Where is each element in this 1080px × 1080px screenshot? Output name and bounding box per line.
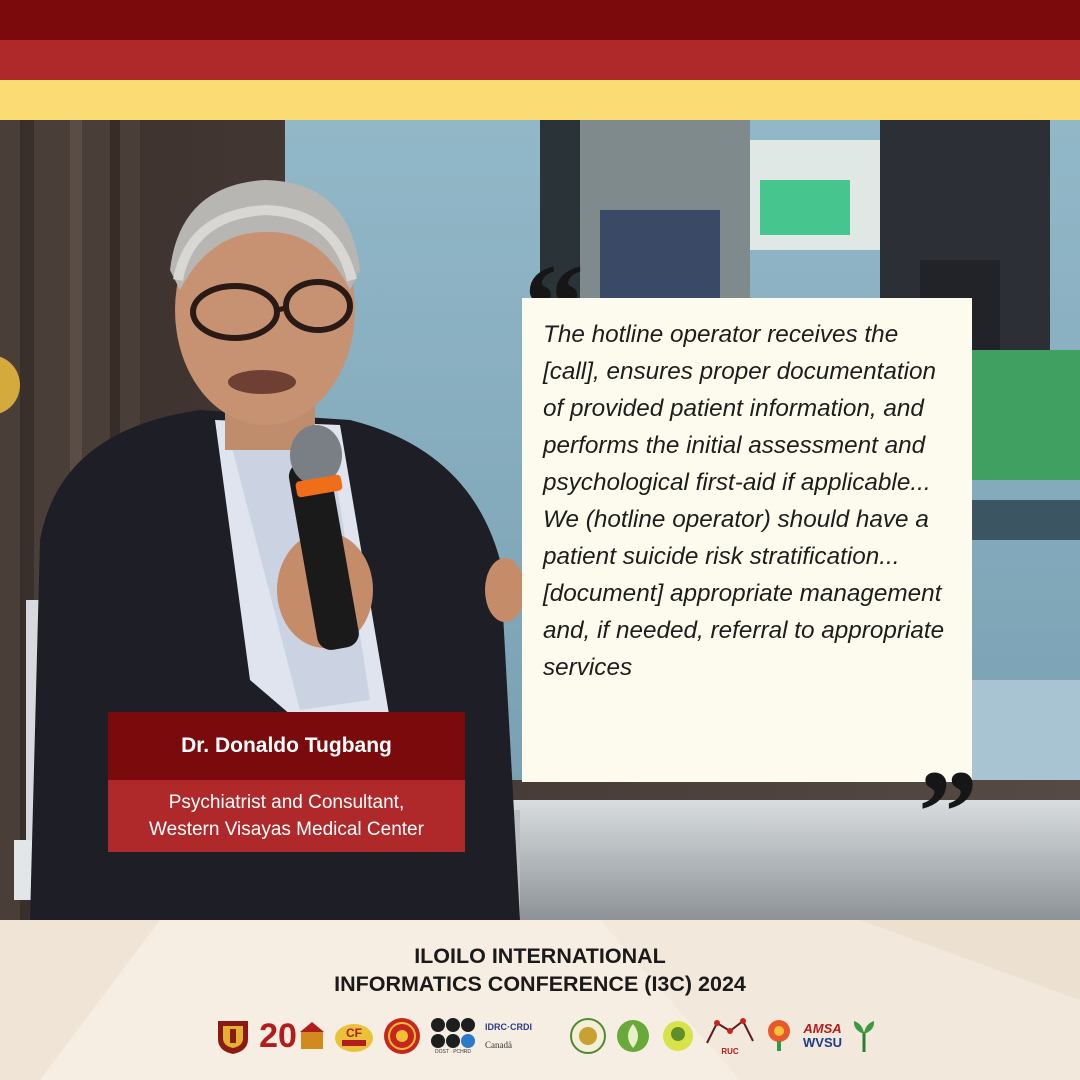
amsa-label: AMSA: [803, 1021, 842, 1036]
green-leaf-logo: [615, 1018, 651, 1054]
idrc-canada-logo: IDRC·CRDI Canadä: [485, 1020, 561, 1052]
close-quote-mark: ”: [918, 745, 978, 878]
cfe-logo: CF: [334, 1018, 374, 1054]
plant-logo: [851, 1018, 877, 1054]
speaker-name-box: Dr. Donaldo Tugbang: [108, 712, 465, 780]
wvsu-label: WVSU: [803, 1035, 842, 1050]
svg-text:CF: CF: [346, 1026, 362, 1040]
conference-title: ILOILO INTERNATIONAL INFORMATICS CONFERE…: [0, 942, 1080, 998]
top-stripe-yellow: [0, 80, 1080, 120]
sponsor-logos: 20 CF DOST · PCHRD IDRC·CRDI Canadä RUC: [216, 1014, 875, 1058]
speaker-title-line1: Psychiatrist and Consultant,: [168, 792, 405, 813]
speaker-name: Dr. Donaldo Tugbang: [181, 734, 392, 757]
top-stripe-red: [0, 40, 1080, 80]
red-seal-logo: [383, 1017, 421, 1055]
canada-wordmark: Canadä: [485, 1040, 512, 1050]
conference-title-line2: INFORMATICS CONFERENCE (I3C) 2024: [334, 972, 746, 996]
colorful-flower-logo: [764, 1019, 794, 1053]
speaker-title-box: Psychiatrist and Consultant, Western Vis…: [108, 780, 465, 852]
footer: ILOILO INTERNATIONAL INFORMATICS CONFERE…: [0, 920, 1080, 1080]
twentieth-anniversary-logo: 20: [259, 1016, 325, 1056]
conference-title-line1: ILOILO INTERNATIONAL: [414, 944, 666, 968]
twentieth-anniversary-number: 20: [259, 1017, 297, 1055]
speaker-title-line2: Western Visayas Medical Center: [149, 819, 424, 840]
ruc-label: RUC: [721, 1046, 739, 1056]
idrc-label: IDRC·CRDI: [485, 1022, 532, 1032]
dost-pchrd-logo: DOST · PCHRD: [430, 1017, 476, 1055]
university-seal-logo: [216, 1017, 250, 1055]
quote-text: The hotline operator receives the [call]…: [543, 321, 945, 681]
top-stripe-dark-red: [0, 0, 1080, 40]
ruc-logo: RUC: [705, 1017, 755, 1056]
yellow-green-logo: [660, 1018, 696, 1054]
amsa-wvsu-logo: AMSA WVSU: [803, 1022, 842, 1050]
quote-box: The hotline operator receives the [call]…: [522, 298, 972, 782]
green-circle-logo: [570, 1018, 606, 1054]
dost-pchrd-label: DOST · PCHRD: [434, 1049, 472, 1055]
